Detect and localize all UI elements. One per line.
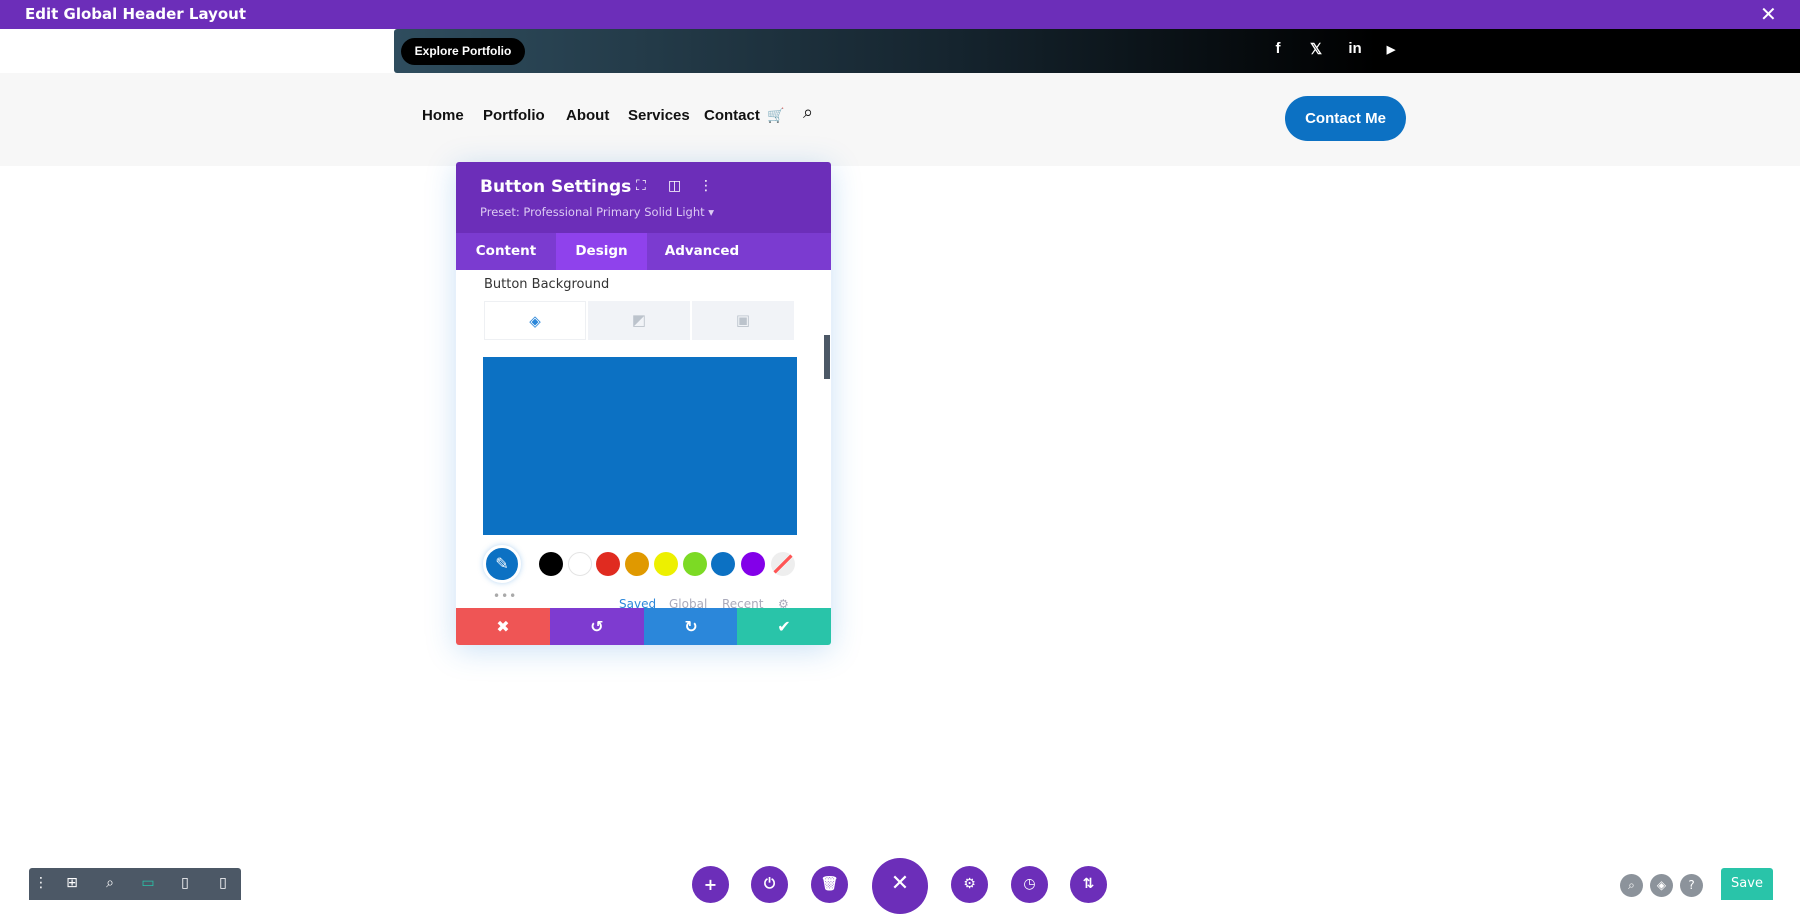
youtube-icon[interactable]: ▶ bbox=[1381, 43, 1401, 56]
close-builder-icon[interactable]: ✕ bbox=[872, 858, 928, 914]
nav-services[interactable]: Services bbox=[628, 107, 690, 124]
swatch-black[interactable] bbox=[539, 552, 563, 576]
panel-title: Button Settings bbox=[480, 177, 632, 197]
section-label: Button Background bbox=[484, 277, 610, 292]
color-preview[interactable] bbox=[483, 357, 797, 535]
tablet-icon[interactable]: ▯ bbox=[175, 875, 195, 891]
swatch-orange[interactable] bbox=[625, 552, 649, 576]
swatch-transparent[interactable] bbox=[771, 552, 795, 576]
menu-icon[interactable]: ⋮ bbox=[31, 875, 51, 891]
search-icon[interactable]: ⌕ bbox=[1620, 874, 1643, 897]
explore-portfolio-button[interactable]: Explore Portfolio bbox=[401, 38, 525, 65]
save-button[interactable]: Save bbox=[1721, 868, 1773, 900]
button-settings-panel: Button Settings Preset: Professional Pri… bbox=[456, 162, 831, 645]
cancel-button[interactable]: ✖ bbox=[456, 608, 550, 645]
tab-design[interactable]: Design bbox=[556, 233, 647, 270]
swatch-blue[interactable] bbox=[711, 552, 735, 576]
swatch-white[interactable] bbox=[568, 552, 592, 576]
zoom-icon[interactable]: ⌕ bbox=[100, 875, 120, 891]
trash-icon[interactable]: 🗑 bbox=[811, 866, 848, 903]
image-icon[interactable]: ▣ bbox=[692, 301, 794, 340]
panel-header: Button Settings Preset: Professional Pri… bbox=[456, 162, 831, 233]
power-icon[interactable]: ⏻ bbox=[751, 866, 788, 903]
color-fill-icon[interactable]: ◈ bbox=[484, 301, 586, 340]
history-icon[interactable]: ◷ bbox=[1011, 866, 1048, 903]
phone-icon[interactable]: ▯ bbox=[213, 875, 233, 891]
x-twitter-icon[interactable]: 𝕏 bbox=[1306, 40, 1326, 58]
add-icon[interactable]: + bbox=[692, 866, 729, 903]
view-toolbar: ⋮ ⊞ ⌕ ▭ ▯ ▯ bbox=[29, 868, 241, 900]
title-bar: Edit Global Header Layout ✕ bbox=[0, 0, 1800, 29]
nav-about[interactable]: About bbox=[566, 107, 609, 124]
help-icon[interactable]: ? bbox=[1680, 874, 1703, 897]
contact-me-button[interactable]: Contact Me bbox=[1285, 96, 1406, 141]
panel-tabs: Content Design Advanced bbox=[456, 233, 831, 270]
swatch-green[interactable] bbox=[683, 552, 707, 576]
gradient-icon[interactable]: ◩ bbox=[588, 301, 690, 340]
split-view-icon[interactable]: ◫ bbox=[668, 178, 681, 194]
eyedropper-icon[interactable]: ✎ bbox=[483, 545, 521, 583]
tab-content[interactable]: Content bbox=[456, 233, 556, 270]
layers-icon[interactable]: ◈ bbox=[1650, 874, 1673, 897]
undo-button[interactable]: ↺ bbox=[550, 608, 644, 645]
linkedin-icon[interactable]: in bbox=[1345, 40, 1365, 57]
scrollbar[interactable] bbox=[824, 335, 830, 379]
settings-icon[interactable]: ⚙ bbox=[951, 866, 988, 903]
close-icon[interactable]: ✕ bbox=[1760, 2, 1777, 26]
swatch-purple[interactable] bbox=[741, 552, 765, 576]
more-dots-icon[interactable]: ••• bbox=[493, 589, 517, 603]
save-changes-button[interactable]: ✔ bbox=[737, 608, 831, 645]
wireframe-icon[interactable]: ⊞ bbox=[62, 875, 82, 891]
facebook-icon[interactable]: f bbox=[1268, 40, 1288, 57]
header-top-strip bbox=[394, 29, 1800, 73]
portability-icon[interactable]: ⇅ bbox=[1070, 866, 1107, 903]
window-title: Edit Global Header Layout bbox=[25, 5, 247, 23]
fullscreen-icon[interactable]: ⛶ bbox=[636, 178, 646, 194]
preset-dropdown[interactable]: Preset: Professional Primary Solid Light… bbox=[480, 205, 714, 219]
desktop-icon[interactable]: ▭ bbox=[138, 875, 158, 891]
more-options-icon[interactable]: ⋮ bbox=[699, 178, 713, 194]
tab-advanced[interactable]: Advanced bbox=[647, 233, 757, 270]
nav-home[interactable]: Home bbox=[422, 107, 464, 124]
panel-footer: ✖ ↺ ↻ ✔ bbox=[456, 608, 831, 645]
swatch-red[interactable] bbox=[596, 552, 620, 576]
nav-contact[interactable]: Contact bbox=[704, 107, 760, 124]
search-icon[interactable]: ⌕ bbox=[803, 102, 813, 123]
nav-bar bbox=[0, 73, 1800, 166]
cart-icon[interactable]: 🛒 bbox=[767, 107, 784, 124]
swatch-yellow[interactable] bbox=[654, 552, 678, 576]
nav-portfolio[interactable]: Portfolio bbox=[483, 107, 545, 124]
redo-button[interactable]: ↻ bbox=[644, 608, 738, 645]
